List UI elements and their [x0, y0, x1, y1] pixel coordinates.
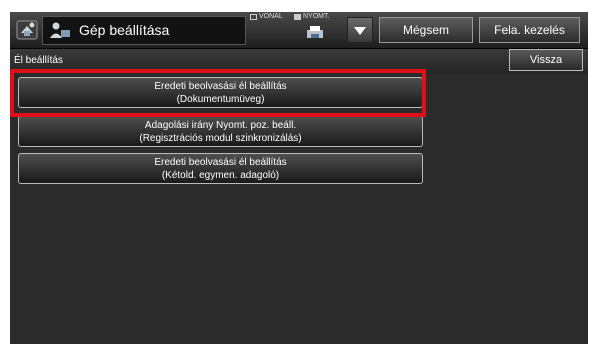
job-status-button[interactable]: Fela. kezelés [479, 17, 580, 43]
triangle-down-icon [354, 27, 366, 35]
option-line1: Eredeti beolvasási él beállítás [154, 156, 287, 168]
mode-line-label: VONAL [259, 13, 283, 20]
mode-line-checkbox [250, 13, 257, 20]
option-line2: (Regisztrációs modul szinkronizálás) [139, 132, 302, 144]
option-line2: (Dokumentumüveg) [176, 93, 265, 105]
header-bar: Gép beállítása VONAL NYOMT. Mégsem Fela.… [10, 12, 588, 49]
page-title: Gép beállítása [79, 22, 170, 38]
option-line1: Adagolási irány Nyomt. poz. beáll. [144, 119, 297, 131]
mode-line-indicator: VONAL [250, 13, 283, 20]
sub-header-bar: Él beállítás Vissza [10, 49, 588, 73]
user-settings-icon [50, 22, 70, 38]
section-title: Él beállítás [14, 55, 63, 66]
mode-print-checkbox [294, 13, 301, 20]
mode-print-indicator: NYOMT. [294, 13, 329, 20]
option-line1: Eredeti beolvasási él beállítás [154, 80, 287, 92]
printer-icon [307, 26, 323, 38]
title-field: Gép beállítása [42, 16, 246, 45]
expand-dropdown-button[interactable] [347, 17, 373, 43]
cancel-button[interactable]: Mégsem [379, 17, 473, 43]
panel-screen: Gép beállítása VONAL NYOMT. Mégsem Fela.… [10, 12, 588, 344]
option-button-duplex-feeder[interactable]: Eredeti beolvasási él beállítás (Kétold.… [18, 153, 423, 184]
option-line2: (Kétold. egymen. adagoló) [161, 169, 280, 181]
option-button-document-glass[interactable]: Eredeti beolvasási él beállítás (Dokumen… [18, 77, 423, 108]
back-button[interactable]: Vissza [509, 49, 583, 71]
system-settings-icon[interactable] [16, 19, 38, 41]
mode-print-label: NYOMT. [303, 13, 330, 20]
option-button-registration-sync[interactable]: Adagolási irány Nyomt. poz. beáll. (Regi… [18, 116, 423, 147]
